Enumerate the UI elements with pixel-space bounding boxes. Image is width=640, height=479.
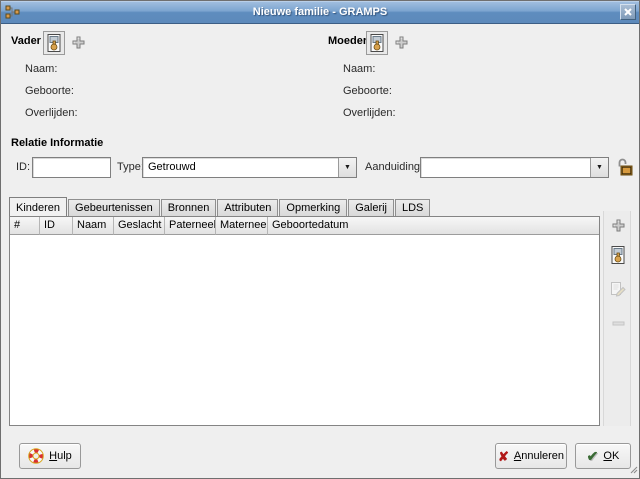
tab-opmerking[interactable]: Opmerking bbox=[279, 199, 347, 216]
designation-label: Aanduiding: bbox=[365, 161, 423, 173]
column-header-paterneel[interactable]: Paterneel bbox=[165, 217, 216, 235]
relation-type-combobox[interactable]: Getrouwd ▼ bbox=[142, 157, 357, 178]
cancel-button-label: Annuleren bbox=[514, 450, 564, 462]
relation-id-input[interactable] bbox=[32, 157, 111, 178]
plus-icon bbox=[611, 218, 626, 233]
remove-child-button bbox=[606, 311, 630, 335]
edit-child-button bbox=[606, 277, 630, 301]
mother-death-label: Overlijden: bbox=[343, 107, 396, 119]
mother-label: Moeder bbox=[328, 35, 367, 47]
new-family-dialog: Nieuwe familie - GRAMPS Vader Naam: Gebo… bbox=[0, 0, 640, 479]
add-father-button[interactable] bbox=[71, 35, 86, 50]
plus-icon bbox=[71, 35, 86, 50]
edit-icon bbox=[610, 281, 626, 297]
relation-id-label: ID: bbox=[16, 161, 30, 173]
table-body[interactable] bbox=[10, 235, 599, 425]
father-death-label: Overlijden: bbox=[25, 107, 78, 119]
tab-kinderen[interactable]: Kinderen bbox=[9, 197, 67, 216]
close-icon bbox=[623, 7, 633, 17]
tab-bronnen[interactable]: Bronnen bbox=[161, 199, 217, 216]
add-mother-button[interactable] bbox=[394, 35, 409, 50]
cancel-button[interactable]: ✘ Annuleren bbox=[495, 443, 567, 469]
privacy-lock-button[interactable] bbox=[614, 156, 634, 178]
relation-type-dropdown-button[interactable]: ▼ bbox=[338, 158, 356, 177]
ok-button-label: OK bbox=[603, 450, 619, 462]
help-lifebuoy-icon bbox=[28, 448, 44, 464]
tab-bar: KinderenGebeurtenissenBronnenAttributenO… bbox=[9, 197, 431, 216]
cancel-x-icon: ✘ bbox=[498, 450, 509, 463]
window-title: Nieuwe familie - GRAMPS bbox=[1, 6, 639, 18]
relation-type-value: Getrouwd bbox=[143, 158, 338, 177]
help-button-label: Hulp bbox=[49, 450, 72, 462]
ok-button[interactable]: ✔ OK bbox=[575, 443, 631, 469]
select-person-icon bbox=[47, 34, 61, 52]
column-header-0[interactable]: # bbox=[10, 217, 40, 235]
tab-gebeurtenissen[interactable]: Gebeurtenissen bbox=[68, 199, 160, 216]
mother-name-label: Naam: bbox=[343, 63, 375, 75]
select-person-icon bbox=[370, 34, 384, 52]
table-header: #IDNaamGeslachtPaterneelMaterneelGeboort… bbox=[10, 217, 599, 235]
plus-icon bbox=[394, 35, 409, 50]
designation-dropdown-button[interactable]: ▼ bbox=[590, 158, 608, 177]
add-child-button[interactable] bbox=[606, 213, 630, 237]
close-button[interactable] bbox=[620, 4, 636, 20]
tab-galerij[interactable]: Galerij bbox=[348, 199, 394, 216]
open-lock-icon bbox=[616, 157, 633, 177]
column-header-geslacht[interactable]: Geslacht bbox=[114, 217, 165, 235]
children-table[interactable]: #IDNaamGeslachtPaterneelMaterneelGeboort… bbox=[9, 216, 600, 426]
father-name-label: Naam: bbox=[25, 63, 57, 75]
column-header-geboortedatum[interactable]: Geboortedatum bbox=[268, 217, 599, 235]
ok-check-icon: ✔ bbox=[587, 449, 599, 463]
chevron-down-icon: ▼ bbox=[344, 164, 351, 171]
select-father-button[interactable] bbox=[43, 31, 65, 55]
relation-info-header: Relatie Informatie bbox=[11, 137, 103, 149]
chevron-down-icon: ▼ bbox=[596, 164, 603, 171]
column-header-naam[interactable]: Naam bbox=[73, 217, 114, 235]
column-header-materneel[interactable]: Materneel bbox=[216, 217, 268, 235]
father-label: Vader bbox=[11, 35, 41, 47]
resize-grip[interactable] bbox=[630, 465, 638, 477]
relation-type-label: Type: bbox=[117, 161, 144, 173]
minus-icon bbox=[611, 316, 626, 331]
help-button[interactable]: Hulp bbox=[19, 443, 81, 469]
tab-attributen[interactable]: Attributen bbox=[217, 199, 278, 216]
column-header-id[interactable]: ID bbox=[40, 217, 73, 235]
child-actions-column bbox=[603, 211, 631, 426]
tab-lds[interactable]: LDS bbox=[395, 199, 430, 216]
select-child-button[interactable] bbox=[606, 243, 630, 267]
father-birth-label: Geboorte: bbox=[25, 85, 74, 97]
select-person-icon bbox=[611, 246, 625, 264]
gramps-pedigree-icon bbox=[5, 4, 21, 20]
select-mother-button[interactable] bbox=[366, 31, 388, 55]
mother-birth-label: Geboorte: bbox=[343, 85, 392, 97]
titlebar[interactable]: Nieuwe familie - GRAMPS bbox=[1, 1, 639, 24]
designation-combobox[interactable]: ▼ bbox=[420, 157, 609, 178]
designation-value bbox=[421, 158, 590, 177]
